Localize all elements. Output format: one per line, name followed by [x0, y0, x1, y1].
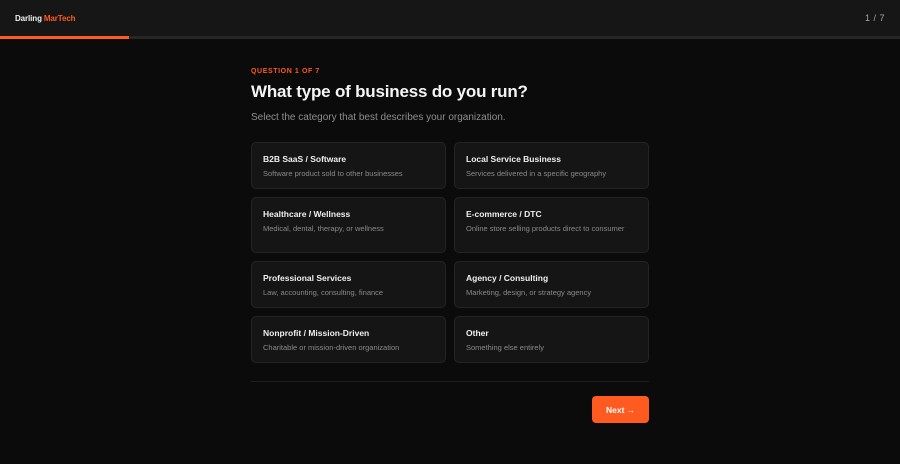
option-description: Law, accounting, consulting, finance — [263, 288, 384, 297]
footer-divider — [251, 381, 649, 382]
option-card-professional-services[interactable]: Professional Services Law, accounting, c… — [251, 261, 446, 308]
brand-name-second: MarTech — [43, 13, 76, 23]
brand-logo[interactable]: Darling MarTech — [15, 13, 76, 23]
option-description: Marketing, design, or strategy agency — [466, 288, 592, 297]
option-card-healthcare[interactable]: Healthcare / Wellness Medical, dental, t… — [251, 197, 446, 253]
option-description: Software product sold to other businesse… — [263, 169, 403, 178]
option-card-agency[interactable]: Agency / Consulting Marketing, design, o… — [454, 261, 649, 308]
question-title: What type of business do you run? — [251, 82, 528, 101]
question-number-label: QUESTION 1 OF 7 — [251, 68, 320, 75]
option-card-b2b-saas[interactable]: B2B SaaS / Software Software product sol… — [251, 142, 446, 189]
next-button[interactable]: Next → — [592, 396, 649, 423]
option-title: Nonprofit / Mission-Driven — [263, 328, 370, 338]
option-card-local-service[interactable]: Local Service Business Services delivere… — [454, 142, 649, 189]
progress-bar — [0, 36, 900, 39]
brand-name-first: Darling — [15, 13, 42, 23]
question-subtitle: Select the category that best describes … — [251, 112, 506, 123]
option-title: Agency / Consulting — [466, 273, 549, 283]
arrow-right-icon: → — [626, 404, 635, 415]
option-description: Something else entirely — [466, 343, 544, 352]
option-title: Local Service Business — [466, 154, 561, 164]
step-counter: 1 / 7 — [864, 13, 885, 23]
option-title: E-commerce / DTC — [466, 209, 542, 219]
footer-actions: Next → — [251, 396, 649, 423]
option-title: Healthcare / Wellness — [263, 209, 351, 219]
option-description: Services delivered in a specific geograp… — [466, 169, 607, 178]
question-panel: QUESTION 1 OF 7 What type of business do… — [251, 68, 649, 423]
option-title: B2B SaaS / Software — [263, 154, 347, 164]
option-card-ecommerce[interactable]: E-commerce / DTC Online store selling pr… — [454, 197, 649, 253]
options-grid: B2B SaaS / Software Software product sol… — [251, 142, 649, 363]
next-button-label: Next — [606, 404, 625, 415]
option-card-other[interactable]: Other Something else entirely — [454, 316, 649, 363]
option-title: Professional Services — [263, 273, 352, 283]
option-description: Charitable or mission-driven organizatio… — [263, 343, 400, 352]
option-description: Medical, dental, therapy, or wellness — [263, 224, 384, 233]
option-description: Online store selling products direct to … — [466, 224, 625, 233]
top-bar: Darling MarTech 1 / 7 — [0, 0, 900, 36]
option-title: Other — [466, 328, 489, 338]
progress-fill — [0, 36, 129, 39]
option-card-nonprofit[interactable]: Nonprofit / Mission-Driven Charitable or… — [251, 316, 446, 363]
